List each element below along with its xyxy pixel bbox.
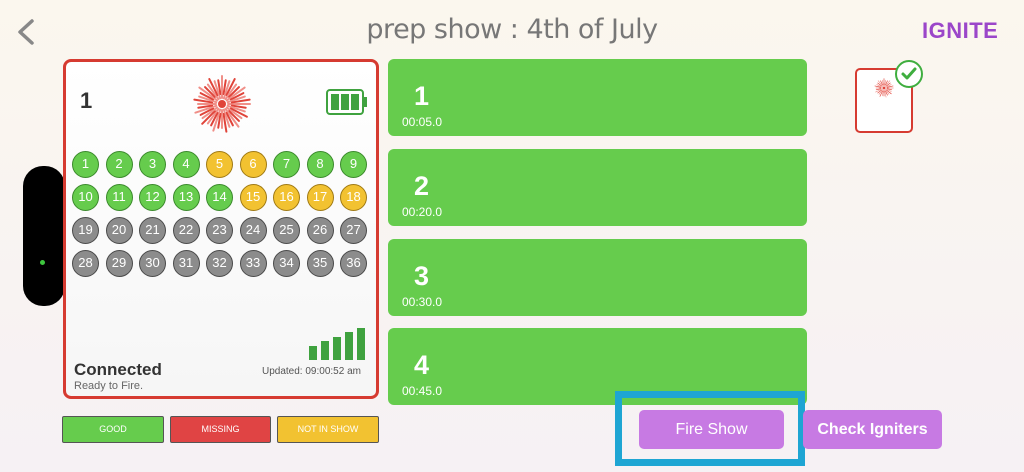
module-number: 1 bbox=[80, 88, 93, 113]
connection-status: Connected bbox=[74, 360, 162, 379]
cue-grid: 1 2 3 4 5 6 7 8 9 10 11 12 13 14 15 16 17 18 19 20 21 22 23 24 2… bbox=[72, 151, 370, 277]
cue-16[interactable]: 16 bbox=[273, 184, 300, 211]
cue-14[interactable]: 14 bbox=[206, 184, 233, 211]
cue-19[interactable]: 19 bbox=[72, 217, 99, 244]
legend-not-in-show: NOT IN SHOW bbox=[277, 416, 379, 443]
page-title: prep show : 4th of July bbox=[366, 14, 658, 45]
signal-strength-icon bbox=[309, 328, 365, 360]
brand-logo: IGNITE bbox=[922, 18, 999, 43]
cue-24[interactable]: 24 bbox=[239, 217, 267, 244]
cue-21[interactable]: 21 bbox=[139, 217, 166, 244]
cue-5[interactable]: 5 bbox=[206, 151, 233, 178]
connection-substatus: Ready to Fire. bbox=[74, 380, 144, 392]
cue-26[interactable]: 26 bbox=[306, 217, 334, 244]
status-dot bbox=[40, 260, 45, 265]
cue-28[interactable]: 28 bbox=[72, 250, 99, 277]
cue-number: 1 bbox=[414, 81, 430, 111]
battery-full-icon bbox=[326, 89, 367, 115]
firework-burst-icon bbox=[874, 78, 894, 98]
cue-time: 00:20.0 bbox=[402, 205, 443, 219]
cue-32[interactable]: 32 bbox=[206, 250, 233, 277]
cue-9[interactable]: 9 bbox=[340, 151, 367, 178]
cue-number: 2 bbox=[414, 171, 430, 201]
cue-time: 00:45.0 bbox=[402, 384, 443, 398]
module-thumbnail[interactable] bbox=[855, 60, 923, 133]
cue-6[interactable]: 6 bbox=[239, 151, 267, 178]
cue-row-1[interactable]: 1 00:05.0 bbox=[388, 59, 807, 136]
cue-33[interactable]: 33 bbox=[239, 250, 267, 277]
cue-18[interactable]: 18 bbox=[340, 184, 367, 211]
cue-30[interactable]: 30 bbox=[139, 250, 166, 277]
cue-35[interactable]: 35 bbox=[306, 250, 334, 277]
cue-2[interactable]: 2 bbox=[105, 151, 133, 178]
cue-number: 3 bbox=[414, 261, 430, 291]
cue-11[interactable]: 11 bbox=[105, 184, 133, 211]
cue-25[interactable]: 25 bbox=[273, 217, 300, 244]
cue-20[interactable]: 20 bbox=[105, 217, 133, 244]
cue-31[interactable]: 31 bbox=[172, 250, 200, 277]
cue-row-2[interactable]: 2 00:20.0 bbox=[388, 149, 807, 226]
cue-1[interactable]: 1 bbox=[72, 151, 99, 178]
fire-show-button[interactable]: Fire Show bbox=[639, 410, 784, 449]
cue-17[interactable]: 17 bbox=[306, 184, 334, 211]
legend-good: GOOD bbox=[62, 416, 164, 443]
cue-number: 4 bbox=[414, 350, 430, 380]
cue-29[interactable]: 29 bbox=[105, 250, 133, 277]
module-card[interactable]: 1 1 2 3 4 5 6 7 8 9 10 11 12 13 14 15 16 17 18 19 20 21 22 23 2… bbox=[63, 59, 379, 399]
cue-10[interactable]: 10 bbox=[72, 184, 99, 211]
checkmark-icon bbox=[901, 67, 917, 80]
cue-4[interactable]: 4 bbox=[172, 151, 200, 178]
cue-36[interactable]: 36 bbox=[340, 250, 367, 277]
cue-15[interactable]: 15 bbox=[239, 184, 267, 211]
cue-time: 00:30.0 bbox=[402, 295, 443, 309]
cue-23[interactable]: 23 bbox=[206, 217, 233, 244]
cue-8[interactable]: 8 bbox=[306, 151, 334, 178]
cue-22[interactable]: 22 bbox=[172, 217, 200, 244]
legend-missing: MISSING bbox=[170, 416, 271, 443]
cue-7[interactable]: 7 bbox=[273, 151, 300, 178]
cue-34[interactable]: 34 bbox=[273, 250, 300, 277]
side-handle[interactable] bbox=[23, 166, 65, 306]
cue-3[interactable]: 3 bbox=[139, 151, 166, 178]
checkmark-badge bbox=[895, 60, 923, 88]
cue-12[interactable]: 12 bbox=[139, 184, 166, 211]
firework-burst-icon bbox=[193, 75, 251, 133]
updated-timestamp: Updated: 09:00:52 am bbox=[262, 366, 361, 377]
cue-row-3[interactable]: 3 00:30.0 bbox=[388, 239, 807, 316]
check-igniters-button[interactable]: Check Igniters bbox=[803, 410, 942, 449]
cue-time: 00:05.0 bbox=[402, 115, 443, 129]
cue-13[interactable]: 13 bbox=[172, 184, 200, 211]
cue-27[interactable]: 27 bbox=[340, 217, 367, 244]
